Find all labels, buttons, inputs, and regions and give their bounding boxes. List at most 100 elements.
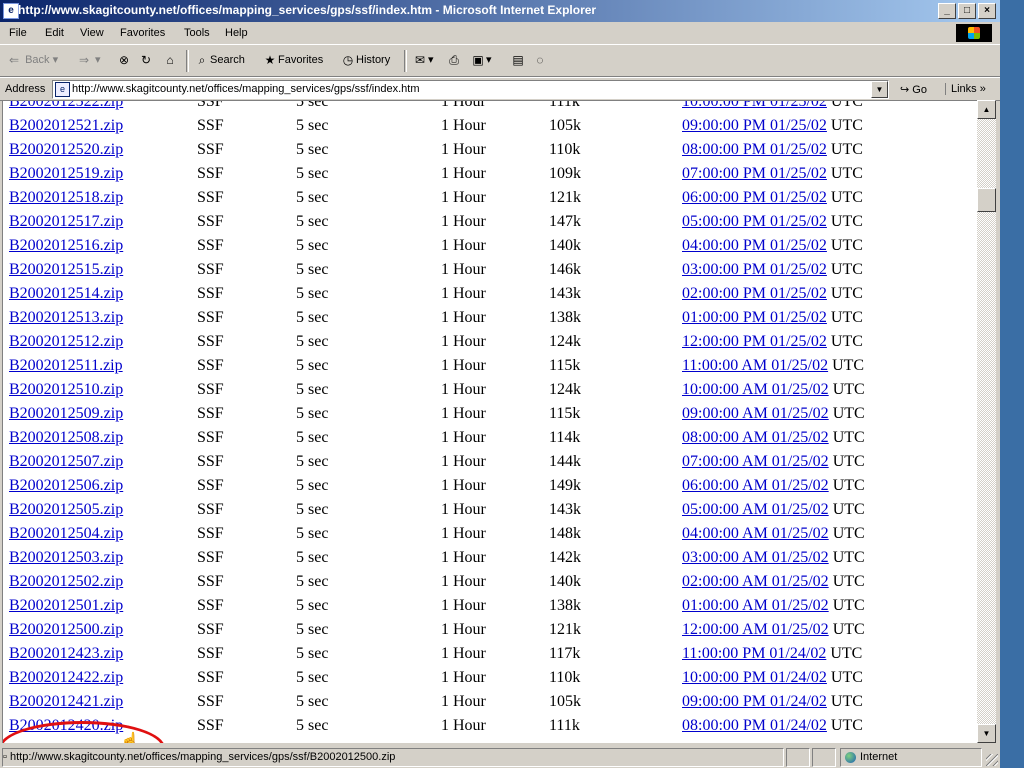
time-zone: UTC: [830, 669, 863, 686]
close-button[interactable]: ×: [978, 3, 996, 19]
file-link[interactable]: B2002012423.zip: [9, 645, 123, 662]
menu-favorites[interactable]: Favorites: [120, 27, 165, 39]
time-link[interactable]: 12:00:00 AM 01/25/02: [682, 621, 829, 638]
file-link[interactable]: B2002012508.zip: [9, 429, 123, 446]
file-link[interactable]: B2002012514.zip: [9, 285, 123, 302]
table-row: B2002012506.zip SSF 5 sec 1 Hour 149k 06:00:0…: [3, 473, 978, 497]
time-link[interactable]: 02:00:00 AM 01/25/02: [682, 573, 829, 590]
file-link[interactable]: B2002012500.zip: [9, 621, 123, 638]
address-dropdown-button[interactable]: ▼: [871, 81, 888, 98]
file-link[interactable]: B2002012501.zip: [9, 597, 123, 614]
time-link[interactable]: 03:00:00 PM 01/25/02: [682, 261, 827, 278]
favorites-button[interactable]: ★ Favorites: [262, 52, 324, 68]
links-button[interactable]: Links »: [945, 83, 986, 95]
file-link[interactable]: B2002012521.zip: [9, 117, 123, 134]
time-link[interactable]: 06:00:00 AM 01/25/02: [682, 477, 829, 494]
menu-tools[interactable]: Tools: [184, 27, 210, 39]
file-link[interactable]: B2002012515.zip: [9, 261, 123, 278]
file-link[interactable]: B2002012504.zip: [9, 525, 123, 542]
address-url[interactable]: http://www.skagitcounty.net/offices/mapp…: [72, 83, 419, 95]
window-title: http://www.skagitcounty.net/offices/mapp…: [18, 3, 597, 17]
file-link[interactable]: B2002012520.zip: [9, 141, 123, 158]
time-link[interactable]: 10:00:00 AM 01/25/02: [682, 381, 829, 398]
time-link[interactable]: 10:00:00 PM 01/24/02: [682, 669, 827, 686]
address-label: Address: [5, 83, 46, 95]
file-duration: 1 Hour: [441, 100, 486, 110]
print-button[interactable]: ⎙: [446, 52, 462, 68]
file-link[interactable]: B2002012518.zip: [9, 189, 123, 206]
file-size: 117k: [549, 645, 581, 662]
time-link[interactable]: 07:00:00 PM 01/25/02: [682, 165, 827, 182]
mail-button[interactable]: ✉ ▾: [412, 52, 434, 68]
resize-grip[interactable]: [986, 754, 998, 766]
time-link[interactable]: 08:00:00 PM 01/24/02: [682, 717, 827, 734]
time-link[interactable]: 06:00:00 PM 01/25/02: [682, 189, 827, 206]
time-link[interactable]: 11:00:00 AM 01/25/02: [682, 357, 828, 374]
file-link[interactable]: B2002012516.zip: [9, 237, 123, 254]
time-zone: UTC: [832, 477, 865, 494]
file-link[interactable]: B2002012421.zip: [9, 693, 123, 710]
scroll-down-button[interactable]: ▼: [977, 724, 996, 743]
history-button[interactable]: ◷ History: [340, 52, 390, 68]
time-link[interactable]: 01:00:00 PM 01/25/02: [682, 309, 827, 326]
scroll-up-button[interactable]: ▲: [977, 100, 996, 119]
file-type: SSF: [197, 717, 224, 734]
refresh-button[interactable]: ↻: [138, 52, 154, 68]
file-link[interactable]: B2002012503.zip: [9, 549, 123, 566]
time-link[interactable]: 04:00:00 AM 01/25/02: [682, 525, 829, 542]
time-link[interactable]: 08:00:00 PM 01/25/02: [682, 141, 827, 158]
file-link[interactable]: B2002012513.zip: [9, 309, 123, 326]
file-duration: 1 Hour: [441, 501, 486, 518]
file-size: 124k: [549, 381, 581, 398]
title-bar[interactable]: e http://www.skagitcounty.net/offices/ma…: [0, 0, 1000, 22]
time-link[interactable]: 08:00:00 AM 01/25/02: [682, 429, 829, 446]
menu-help[interactable]: Help: [225, 27, 248, 39]
file-link[interactable]: B2002012522.zip: [9, 101, 123, 110]
file-link[interactable]: B2002012509.zip: [9, 405, 123, 422]
home-button[interactable]: ⌂: [162, 52, 178, 68]
file-link[interactable]: B2002012422.zip: [9, 669, 123, 686]
edit-button[interactable]: ▣ ▾: [470, 52, 491, 68]
time-link[interactable]: 09:00:00 PM 01/24/02: [682, 693, 827, 710]
minimize-button[interactable]: _: [938, 3, 956, 19]
file-link[interactable]: B2002012511.zip: [9, 357, 123, 374]
file-link[interactable]: B2002012507.zip: [9, 453, 123, 470]
back-button[interactable]: ⇐ Back ▾: [6, 52, 58, 68]
vertical-scrollbar[interactable]: ▲ ▼: [977, 100, 996, 743]
file-link[interactable]: B2002012512.zip: [9, 333, 123, 350]
page-icon: ▫: [3, 751, 7, 763]
time-link[interactable]: 05:00:00 PM 01/25/02: [682, 213, 827, 230]
file-size: 121k: [549, 621, 581, 638]
file-link[interactable]: B2002012502.zip: [9, 573, 123, 590]
messenger-button[interactable]: ◌: [532, 52, 548, 68]
scroll-thumb[interactable]: [977, 188, 996, 212]
menu-file[interactable]: File: [9, 27, 27, 39]
time-link[interactable]: 11:00:00 PM 01/24/02: [682, 645, 826, 662]
time-link[interactable]: 05:00:00 AM 01/25/02: [682, 501, 829, 518]
maximize-button[interactable]: □: [958, 3, 976, 19]
file-link[interactable]: B2002012510.zip: [9, 381, 123, 398]
file-link[interactable]: B2002012519.zip: [9, 165, 123, 182]
time-link[interactable]: 07:00:00 AM 01/25/02: [682, 453, 829, 470]
time-link[interactable]: 02:00:00 PM 01/25/02: [682, 285, 827, 302]
time-link[interactable]: 09:00:00 PM 01/25/02: [682, 117, 827, 134]
time-link[interactable]: 04:00:00 PM 01/25/02: [682, 237, 827, 254]
time-link[interactable]: 09:00:00 AM 01/25/02: [682, 405, 829, 422]
address-input[interactable]: e http://www.skagitcounty.net/offices/ma…: [52, 80, 889, 99]
menu-edit[interactable]: Edit: [45, 27, 64, 39]
search-button[interactable]: ⌕ Search: [194, 52, 245, 68]
menu-view[interactable]: View: [80, 27, 104, 39]
file-link[interactable]: B2002012505.zip: [9, 501, 123, 518]
time-link[interactable]: 03:00:00 AM 01/25/02: [682, 549, 829, 566]
file-link[interactable]: B2002012517.zip: [9, 213, 123, 230]
table-row: B2002012509.zip SSF 5 sec 1 Hour 115k 09:00:0…: [3, 401, 978, 425]
time-link[interactable]: 10:00:00 PM 01/25/02: [682, 101, 827, 110]
go-button[interactable]: ↪ Go: [900, 83, 927, 96]
discuss-button[interactable]: ▤: [510, 52, 526, 68]
time-link[interactable]: 01:00:00 AM 01/25/02: [682, 597, 829, 614]
file-type: SSF: [197, 237, 224, 254]
forward-button[interactable]: ⇒ ▾: [76, 52, 101, 68]
stop-button[interactable]: ⊗: [116, 52, 132, 68]
time-link[interactable]: 12:00:00 PM 01/25/02: [682, 333, 827, 350]
file-link[interactable]: B2002012506.zip: [9, 477, 123, 494]
